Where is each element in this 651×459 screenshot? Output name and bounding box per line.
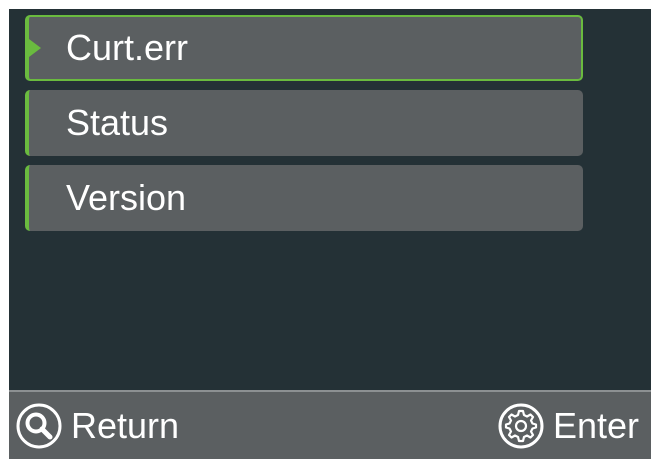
menu-item-label: Curt.err bbox=[66, 27, 189, 68]
return-label: Return bbox=[71, 404, 180, 446]
soft-key-bar: Return Enter bbox=[9, 390, 651, 459]
search-icon bbox=[16, 403, 62, 448]
menu-item-status[interactable]: Status bbox=[25, 90, 583, 156]
enter-button[interactable]: Enter bbox=[497, 392, 639, 459]
return-button[interactable]: Return bbox=[15, 392, 179, 459]
menu-item-version[interactable]: Version bbox=[25, 165, 583, 231]
menu-item-label: Status bbox=[66, 102, 169, 143]
device-screen: Curt.err Status Version Return Enter bbox=[9, 9, 651, 459]
selection-arrow-icon bbox=[29, 39, 41, 57]
menu-item-curt-err[interactable]: Curt.err bbox=[25, 15, 583, 81]
gear-icon bbox=[498, 403, 544, 448]
menu-item-label: Version bbox=[66, 177, 187, 218]
menu-list: Curt.err Status Version bbox=[25, 15, 583, 240]
enter-label: Enter bbox=[552, 404, 639, 446]
